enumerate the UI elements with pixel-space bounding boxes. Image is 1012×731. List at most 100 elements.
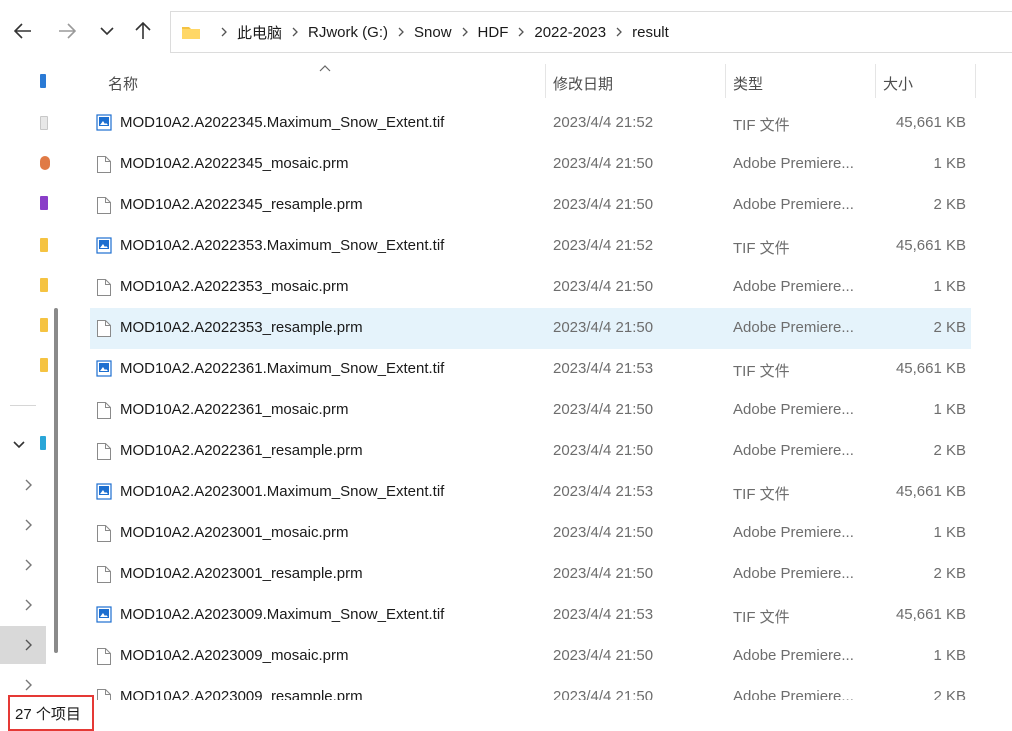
file-date-modified: 2023/4/4 21:50 [553,688,654,700]
column-date-modified[interactable]: 修改日期 [553,73,613,94]
folder-icon [181,24,201,40]
breadcrumb-hdf[interactable]: HDF [478,24,509,41]
file-name: MOD10A2.A2023001.Maximum_Snow_Extent.tif [120,483,445,500]
file-row[interactable]: MOD10A2.A2023009_mosaic.prm 2023/4/4 21:5… [90,636,971,677]
document-icon[interactable] [40,116,48,130]
file-row[interactable]: MOD10A2.A2023001.Maximum_Snow_Extent.tif… [90,472,971,513]
file-size: 2 KB [933,688,966,700]
file-date-modified: 2023/4/4 21:53 [553,360,654,377]
file-type: TIF 文件 [733,486,790,503]
arrow-right-icon [59,23,76,39]
file-row[interactable]: MOD10A2.A2023009.Maximum_Snow_Extent.tif… [90,595,971,636]
folder-icon[interactable] [40,238,48,252]
circle-app-icon[interactable] [40,156,50,170]
file-name: MOD10A2.A2022345_resample.prm [120,196,363,213]
chevron-down-icon[interactable] [12,438,26,452]
document-file-icon [96,524,112,543]
file-row[interactable]: MOD10A2.A2022345_mosaic.prm 2023/4/4 21:5… [90,144,971,185]
arrow-left-icon [14,23,31,39]
nav-scrollbar[interactable] [54,308,58,653]
file-type: Adobe Premiere... [733,647,854,664]
file-size: 2 KB [933,565,966,582]
column-type[interactable]: 类型 [733,73,763,94]
chevron-right-icon [292,27,298,37]
file-row[interactable]: MOD10A2.A2023009_resample.prm 2023/4/4 21… [90,677,971,700]
chevron-right-icon[interactable] [22,558,36,572]
document-file-icon [96,319,112,338]
file-size: 45,661 KB [895,360,966,377]
file-date-modified: 2023/4/4 21:53 [553,483,654,500]
file-name: MOD10A2.A2023001_resample.prm [120,565,363,582]
arrow-up-icon [135,22,151,39]
breadcrumb-this-pc[interactable]: 此电脑 [237,22,282,43]
file-date-modified: 2023/4/4 21:53 [553,606,654,623]
file-name: MOD10A2.A2022361_resample.prm [120,442,363,459]
document-file-icon [96,565,112,584]
up-button[interactable] [128,14,158,48]
chevron-right-icon [616,27,623,37]
folder-icon[interactable] [40,318,48,332]
column-header: 名称 修改日期 类型 大小 [90,64,1012,100]
column-divider[interactable] [725,64,726,98]
file-row[interactable]: MOD10A2.A2022353_mosaic.prm 2023/4/4 21:5… [90,267,971,308]
file-size: 45,661 KB [895,237,966,254]
document-file-icon [96,442,112,461]
navigation-pane [0,64,68,700]
breadcrumb-drive[interactable]: RJwork (G:) [308,24,388,41]
chevron-right-icon [398,27,404,37]
video-folder-icon[interactable] [40,196,48,210]
app-icon[interactable] [40,74,46,88]
file-row[interactable]: MOD10A2.A2022345_resample.prm 2023/4/4 21… [90,185,971,226]
file-name: MOD10A2.A2022353_mosaic.prm [120,278,349,295]
column-divider[interactable] [875,64,876,98]
file-date-modified: 2023/4/4 21:50 [553,155,654,172]
forward-button[interactable] [52,14,82,48]
file-row[interactable]: MOD10A2.A2022353.Maximum_Snow_Extent.tif… [90,226,971,267]
file-size: 1 KB [933,401,966,418]
column-divider[interactable] [545,64,546,98]
file-row[interactable]: MOD10A2.A2022361_resample.prm 2023/4/4 21… [90,431,971,472]
pc-icon[interactable] [40,436,46,450]
file-date-modified: 2023/4/4 21:50 [553,442,654,459]
file-name: MOD10A2.A2022361_mosaic.prm [120,401,349,418]
column-size[interactable]: 大小 [883,73,913,94]
file-type: TIF 文件 [733,609,790,626]
chevron-right-icon [518,27,525,37]
image-file-icon [96,360,112,379]
file-date-modified: 2023/4/4 21:50 [553,278,654,295]
image-file-icon [96,483,112,502]
back-button[interactable] [8,14,38,48]
column-name[interactable]: 名称 [108,73,138,94]
image-file-icon [96,114,112,133]
file-name: MOD10A2.A2023009_resample.prm [120,688,363,700]
file-row[interactable]: MOD10A2.A2022361.Maximum_Snow_Extent.tif… [90,349,971,390]
breadcrumb-2022-2023[interactable]: 2022-2023 [534,24,606,41]
recent-locations-button[interactable] [92,14,122,48]
chevron-right-icon[interactable] [22,678,36,692]
file-size: 2 KB [933,319,966,336]
file-type: Adobe Premiere... [733,442,854,459]
file-type: Adobe Premiere... [733,196,854,213]
document-file-icon [96,647,112,666]
file-row[interactable]: MOD10A2.A2023001_mosaic.prm 2023/4/4 21:5… [90,513,971,554]
file-name: MOD10A2.A2023009.Maximum_Snow_Extent.tif [120,606,445,623]
breadcrumb-result[interactable]: result [632,24,669,41]
file-row[interactable]: MOD10A2.A2023001_resample.prm 2023/4/4 21… [90,554,971,595]
chevron-right-icon[interactable] [22,598,36,612]
file-row[interactable]: MOD10A2.A2022361_mosaic.prm 2023/4/4 21:5… [90,390,971,431]
file-row[interactable]: MOD10A2.A2022345.Maximum_Snow_Extent.tif… [90,103,971,144]
file-row[interactable]: MOD10A2.A2022353_resample.prm 2023/4/4 21… [90,308,971,349]
file-size: 1 KB [933,155,966,172]
column-divider[interactable] [975,64,976,98]
folder-icon[interactable] [40,358,48,372]
chevron-right-icon[interactable] [22,478,36,492]
folder-icon[interactable] [40,278,48,292]
file-date-modified: 2023/4/4 21:50 [553,565,654,582]
sort-ascending-icon [319,65,331,72]
breadcrumb-snow[interactable]: Snow [414,24,452,41]
chevron-right-icon[interactable] [22,638,36,652]
chevron-right-icon[interactable] [22,518,36,532]
address-bar[interactable]: 此电脑 RJwork (G:) Snow HDF 2022-2023 resul… [170,11,1012,53]
file-type: TIF 文件 [733,363,790,380]
file-type: Adobe Premiere... [733,401,854,418]
